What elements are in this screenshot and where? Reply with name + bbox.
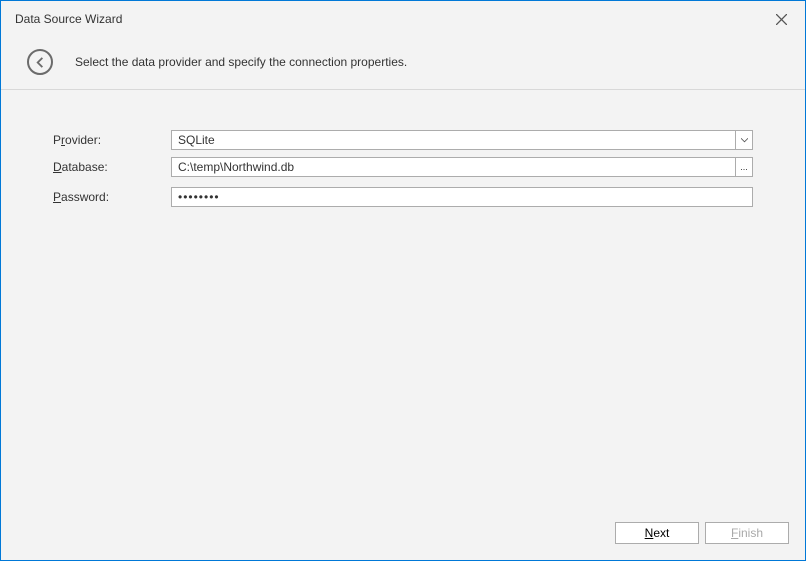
provider-field-wrap: SQLite [171, 130, 753, 150]
password-field-wrap: •••••••• [171, 187, 753, 207]
close-icon [776, 14, 787, 25]
provider-value: SQLite [172, 131, 735, 149]
provider-combobox[interactable]: SQLite [171, 130, 753, 150]
finish-button: Finish [705, 522, 789, 544]
password-row: Password: •••••••• [53, 187, 753, 207]
form-area: Provider: SQLite Database: ... [1, 90, 805, 510]
header-instruction: Select the data provider and specify the… [75, 55, 407, 69]
window-title: Data Source Wizard [15, 12, 122, 26]
footer: Next Finish [1, 510, 805, 560]
database-browse-button[interactable]: ... [736, 157, 753, 177]
title-bar: Data Source Wizard [1, 1, 805, 35]
close-button[interactable] [771, 9, 791, 29]
header-section: Select the data provider and specify the… [1, 35, 805, 90]
back-arrow-icon [34, 56, 47, 69]
database-label: Database: [53, 160, 171, 174]
database-input[interactable] [171, 157, 736, 177]
back-button[interactable] [27, 49, 53, 75]
chevron-down-icon [741, 138, 748, 143]
database-field-wrap: ... [171, 157, 753, 177]
password-label: Password: [53, 190, 171, 204]
provider-row: Provider: SQLite [53, 130, 753, 150]
wizard-window: Data Source Wizard Select the data provi… [0, 0, 806, 561]
password-input[interactable]: •••••••• [171, 187, 753, 207]
next-button[interactable]: Next [615, 522, 699, 544]
database-row: Database: ... [53, 157, 753, 177]
provider-label: Provider: [53, 133, 171, 147]
provider-dropdown-arrow[interactable] [735, 131, 752, 149]
